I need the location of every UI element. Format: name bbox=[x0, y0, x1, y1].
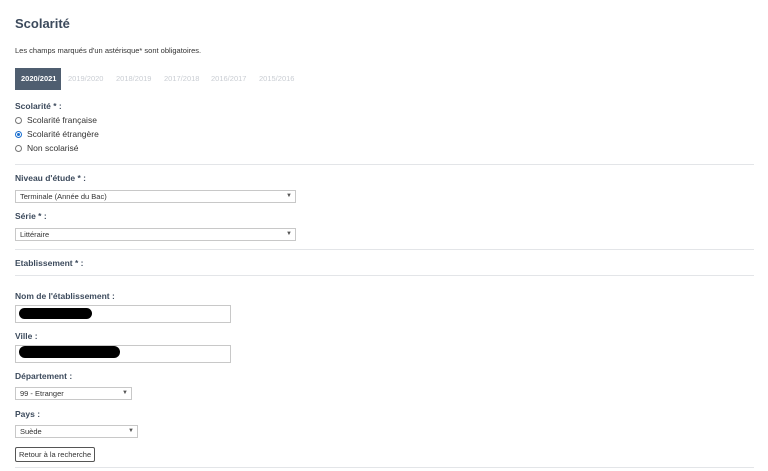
divider bbox=[15, 467, 754, 468]
departement-value: 99 - Etranger bbox=[20, 389, 64, 398]
nom-etablissement-label: Nom de l'établissement : bbox=[15, 291, 115, 301]
dropdown-arrow-icon: ▼ bbox=[286, 193, 292, 199]
dropdown-arrow-icon: ▼ bbox=[128, 428, 134, 434]
pays-select[interactable]: Suède ▼ bbox=[15, 425, 138, 438]
page-title: Scolarité bbox=[15, 16, 70, 31]
serie-label: Série * : bbox=[15, 211, 47, 221]
radio-button[interactable] bbox=[15, 130, 22, 138]
niveau-etude-label: Niveau d'étude * : bbox=[15, 173, 86, 183]
radio-button[interactable] bbox=[15, 116, 22, 124]
radio-scolarite-etrangere[interactable]: Scolarité étrangère bbox=[15, 129, 99, 139]
ville-label: Ville : bbox=[15, 331, 38, 341]
pays-label: Pays : bbox=[15, 409, 41, 419]
required-fields-note: Les champs marqués d'un astérisque* sont… bbox=[15, 46, 202, 55]
tab-2015-2016[interactable]: 2015/2016 bbox=[253, 68, 300, 90]
divider bbox=[15, 164, 754, 165]
pays-value: Suède bbox=[20, 427, 42, 436]
radio-label: Scolarité étrangère bbox=[27, 129, 99, 139]
serie-select[interactable]: Littéraire ▼ bbox=[15, 228, 296, 241]
departement-label: Département : bbox=[15, 371, 73, 381]
radio-label: Scolarité française bbox=[27, 115, 97, 125]
divider bbox=[15, 275, 754, 276]
redaction-mark bbox=[19, 308, 92, 319]
redaction-mark bbox=[19, 346, 120, 358]
radio-scolarite-francaise[interactable]: Scolarité française bbox=[15, 115, 97, 125]
etablissement-label: Etablissement * : bbox=[15, 258, 84, 268]
serie-value: Littéraire bbox=[20, 230, 50, 239]
tab-2018-2019[interactable]: 2018/2019 bbox=[110, 68, 157, 90]
departement-select[interactable]: 99 - Etranger ▼ bbox=[15, 387, 132, 400]
back-to-search-button[interactable]: Retour à la recherche bbox=[15, 447, 96, 462]
tab-2019-2020[interactable]: 2019/2020 bbox=[62, 68, 109, 90]
niveau-etude-value: Terminale (Année du Bac) bbox=[20, 192, 107, 201]
dropdown-arrow-icon: ▼ bbox=[286, 231, 292, 237]
radio-button[interactable] bbox=[15, 144, 22, 152]
tab-2017-2018[interactable]: 2017/2018 bbox=[158, 68, 205, 90]
divider bbox=[15, 249, 754, 250]
tab-2020-2021[interactable]: 2020/2021 bbox=[15, 68, 61, 90]
niveau-etude-select[interactable]: Terminale (Année du Bac) ▼ bbox=[15, 190, 296, 203]
radio-non-scolarise[interactable]: Non scolarisé bbox=[15, 143, 79, 153]
dropdown-arrow-icon: ▼ bbox=[122, 390, 128, 396]
tab-2016-2017[interactable]: 2016/2017 bbox=[205, 68, 252, 90]
radio-label: Non scolarisé bbox=[27, 143, 79, 153]
scolarite-label: Scolarité * : bbox=[15, 101, 62, 111]
